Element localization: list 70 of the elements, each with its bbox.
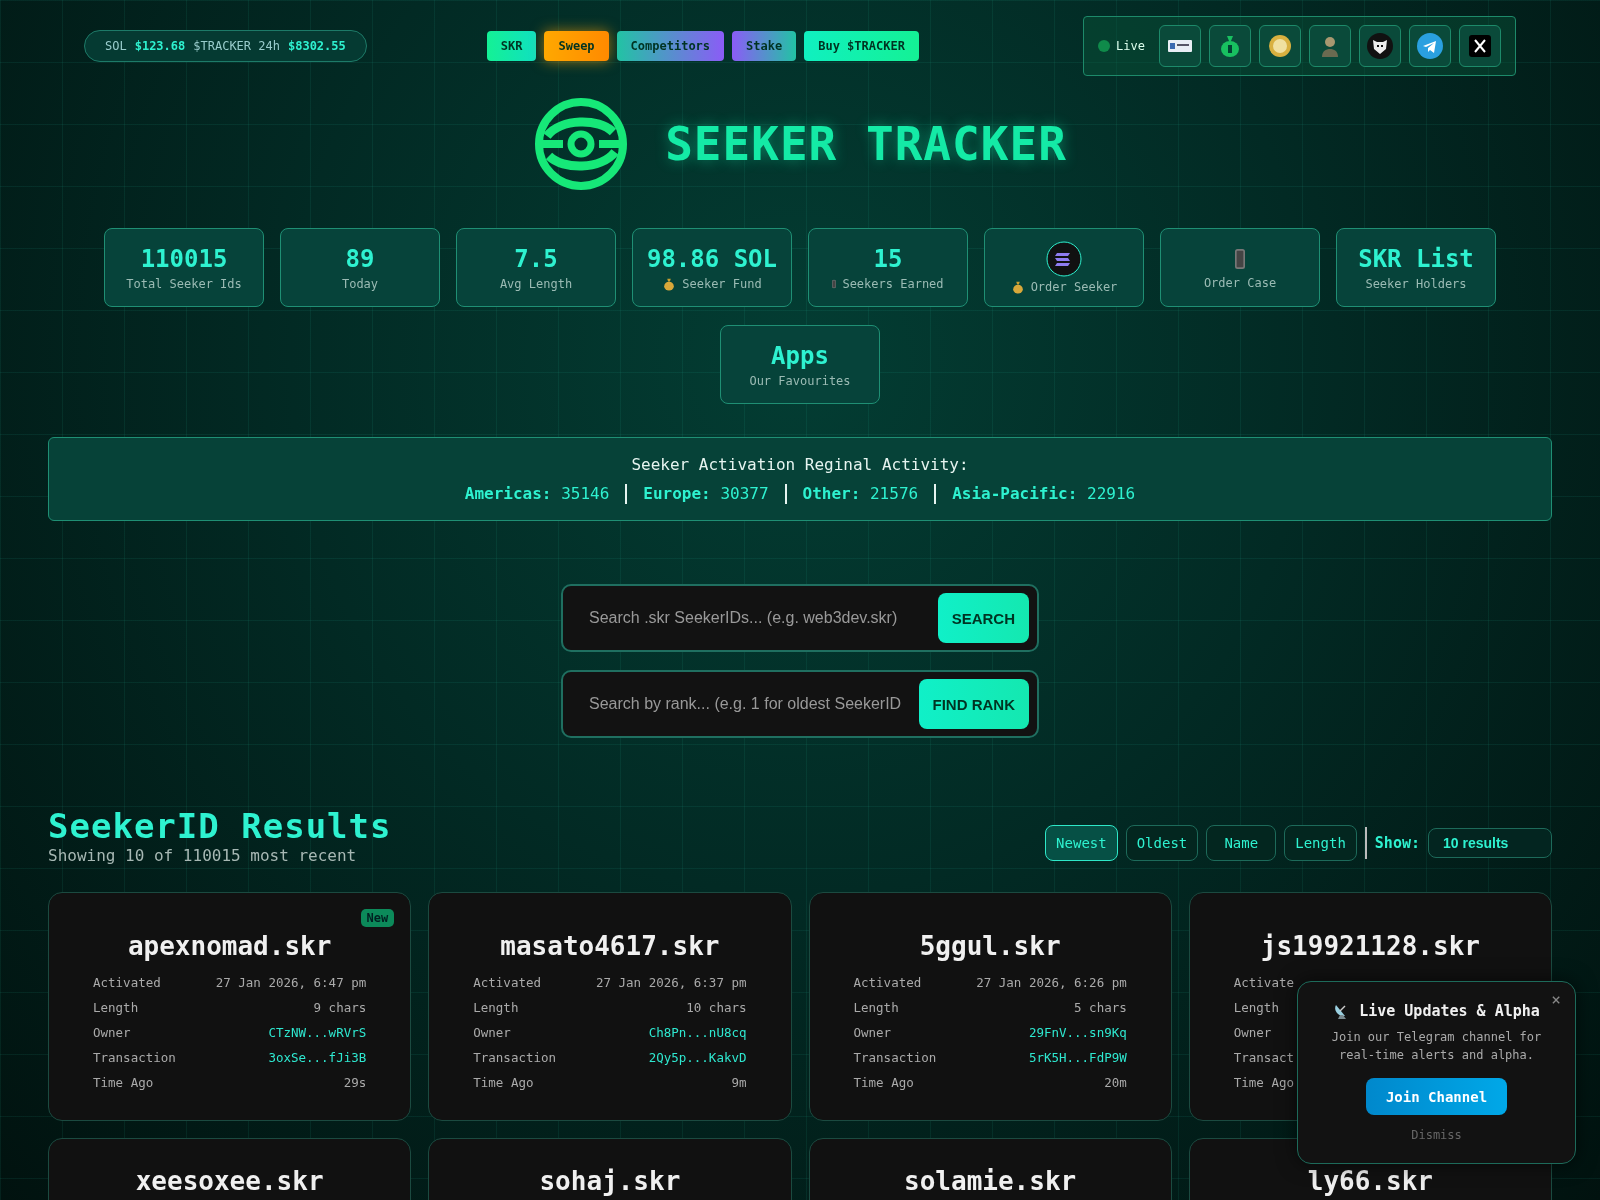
- detail-label: Length: [473, 1000, 519, 1017]
- popup-text: Join our Telegram channel for real-time alerts and alpha.: [1330, 1029, 1543, 1064]
- popup-title: Live Updates & Alpha: [1359, 1002, 1540, 1020]
- detail-value: 27 Jan 2026, 6:37 pm: [596, 975, 747, 992]
- seeker-name: 5ggul.skr: [918, 931, 1062, 961]
- detail-value: 10 chars: [686, 1000, 747, 1017]
- stat-label: Seeker Holders: [1365, 277, 1467, 291]
- detail-label: Time Ago: [1233, 1075, 1294, 1092]
- stat-label: Seekers Earned: [842, 277, 944, 291]
- seeker-name: xeesoxee.skr: [134, 1166, 325, 1196]
- stat-value: 7.5: [514, 244, 558, 274]
- detail-label: Length: [1233, 1000, 1279, 1017]
- seeker-name: ly66.skr: [1306, 1166, 1434, 1196]
- seeker-name: masato4617.skr: [499, 931, 721, 961]
- ticker-label: $TRACKER 24h: [193, 39, 280, 53]
- site-title: SEEKER TRACKER: [665, 117, 1067, 171]
- detail-value: 20m: [1104, 1075, 1127, 1092]
- seeker-name: js19921128.skr: [1259, 931, 1481, 961]
- stat-label: Total Seeker Ids: [126, 277, 242, 291]
- detail-value: 29s: [343, 1075, 367, 1092]
- live-label: Live: [1116, 39, 1145, 53]
- detail-value: 27 Jan 2026, 6:26 pm: [976, 975, 1127, 992]
- seeker-name: apexnomad.skr: [126, 931, 333, 961]
- seeker-name: solamie.skr: [903, 1166, 1078, 1196]
- detail-value: 5 chars: [1074, 1000, 1127, 1017]
- detail-value: 9m: [731, 1075, 747, 1092]
- results-title: SeekerID Results: [48, 806, 392, 846]
- detail-label: Activated: [853, 975, 922, 992]
- detail-label: Time Ago: [93, 1075, 154, 1092]
- stat-value: Apps: [771, 341, 829, 371]
- detail-label: Owner: [1233, 1025, 1272, 1042]
- stat-value: SKR List: [1358, 244, 1474, 274]
- region-title: Seeker Activation Reginal Activity:: [631, 454, 969, 474]
- stat-value: 15: [873, 244, 903, 274]
- seeker-name: sohaj.skr: [538, 1166, 682, 1196]
- new-badge: New: [360, 909, 395, 927]
- detail-value: 9 chars: [313, 1000, 367, 1017]
- region-stat: Other: 21576: [802, 484, 919, 503]
- show-label: Show:: [1374, 834, 1420, 852]
- stat-value: 89: [345, 244, 375, 274]
- stat-value: 110015: [140, 244, 228, 274]
- detail-label: Owner: [93, 1025, 131, 1042]
- detail-label: Transaction: [93, 1050, 176, 1067]
- ticker-label: SOL: [105, 39, 127, 53]
- detail-label: Time Ago: [473, 1075, 534, 1092]
- detail-label: Transact: [1233, 1050, 1294, 1067]
- detail-label: Transaction: [473, 1050, 557, 1067]
- detail-value: 27 Jan 2026, 6:47 pm: [215, 975, 367, 992]
- stat-label: Seeker Fund: [682, 277, 762, 291]
- stat-value: 98.86 SOL: [646, 244, 777, 274]
- region-stat: Asia-Pacific: 22916: [952, 484, 1136, 503]
- detail-label: Length: [853, 1000, 899, 1017]
- detail-label: Time Ago: [853, 1075, 914, 1092]
- detail-label: Transaction: [853, 1050, 937, 1067]
- detail-label: Activated: [473, 975, 541, 992]
- detail-label: Activate: [1233, 975, 1294, 992]
- region-stat: Americas: 35146: [464, 484, 610, 503]
- region-stat: Europe: 30377: [643, 484, 769, 503]
- detail-label: Owner: [473, 1025, 511, 1042]
- stat-label: Order Seeker: [1030, 280, 1118, 294]
- ticker-value: $8302.55: [287, 39, 346, 53]
- stat-label: Our Favourites: [749, 374, 851, 388]
- ticker-value: $123.68: [134, 39, 186, 53]
- stat-label: Avg Length: [499, 277, 573, 291]
- stat-label: Order Case: [1203, 276, 1277, 290]
- results-subtitle: Showing 10 of 110015 most recent: [48, 846, 358, 865]
- detail-label: Length: [93, 1000, 139, 1017]
- detail-label: Activated: [93, 975, 161, 992]
- detail-label: Owner: [853, 1025, 892, 1042]
- stat-label: Today: [341, 277, 379, 291]
